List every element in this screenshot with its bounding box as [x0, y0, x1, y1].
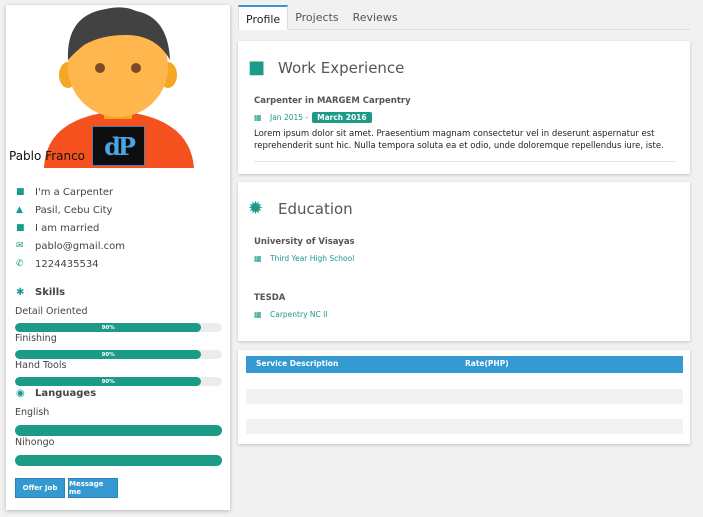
briefcase-icon: ■ — [16, 187, 25, 197]
languages-heading: ◉ Languages — [16, 388, 97, 399]
services-table-header: Service Description Rate(PHP) — [246, 356, 683, 373]
job-dates: ▦ Jan 2015 - March 2016 — [254, 112, 372, 123]
message-me-button[interactable]: Message me — [68, 478, 118, 498]
language-label: Nihongo — [15, 437, 55, 448]
skill-label: Detail Oriented — [15, 306, 88, 317]
tab-projects[interactable]: Projects — [288, 5, 345, 30]
calendar-icon: ▦ — [254, 113, 262, 122]
services-card: Service Description Rate(PHP) — [238, 350, 690, 444]
home-icon: ▲ — [16, 205, 23, 215]
globe-icon: ◉ — [16, 388, 25, 399]
briefcase-icon: ■ — [16, 223, 25, 233]
school-detail: ▦ Third Year High School — [254, 254, 355, 263]
school-name: University of Visayas — [254, 237, 355, 247]
profile-card: dP Pablo Franco ■ I'm a Carpenter ▲ Pasil,… — [6, 5, 230, 510]
job-title: Carpenter in MARGEM Carpentry — [254, 96, 411, 106]
info-phone: ✆ 1224435534 — [16, 258, 99, 270]
divider — [254, 161, 676, 162]
suitcase-icon: ■ — [248, 57, 266, 78]
skill-progress-fill: 90% — [15, 377, 202, 386]
column-header-rate: Rate(PHP) — [465, 359, 509, 368]
info-occupation: ■ I'm a Carpenter — [16, 186, 114, 198]
asterisk-icon: ✱ — [16, 287, 25, 298]
work-experience-card: ■ Work Experience Carpenter in MARGEM Car… — [238, 41, 690, 174]
education-title: ✹ Education — [248, 198, 353, 219]
info-list: ■ I'm a Carpenter ▲ Pasil, Cebu City ■ I am… — [16, 183, 125, 273]
tab-profile[interactable]: Profile — [238, 5, 289, 30]
table-row — [246, 419, 683, 434]
education-card: ✹ Education University of Visayas ▦ Third… — [238, 182, 690, 341]
info-status: ■ I am married — [16, 222, 100, 234]
avatar: dP Pablo Franco — [6, 5, 230, 168]
profile-tabs: Profile Projects Reviews — [238, 5, 690, 30]
calendar-icon: ▦ — [254, 254, 262, 263]
envelope-icon: ✉ — [16, 241, 24, 251]
skill-progress-fill: 90% — [15, 323, 202, 332]
end-date-badge: March 2016 — [312, 112, 372, 123]
school-detail: ▦ Carpentry NC II — [254, 310, 328, 319]
skill-progress-bar: 90% — [15, 323, 222, 332]
language-label: English — [15, 407, 50, 418]
language-level-bar — [15, 425, 222, 436]
brand-logo: dP — [92, 126, 145, 166]
skill-progress-fill: 90% — [15, 350, 202, 359]
skill-progress-bar: 90% — [15, 377, 222, 386]
skill-progress-bar: 90% — [15, 350, 222, 359]
profile-name: Pablo Franco — [9, 149, 86, 163]
certificate-icon: ✹ — [248, 198, 264, 219]
language-level-bar — [15, 455, 222, 466]
skill-label: Finishing — [15, 333, 57, 344]
skill-label: Hand Tools — [15, 360, 67, 371]
school-name: TESDA — [254, 293, 286, 303]
tab-reviews[interactable]: Reviews — [346, 5, 405, 30]
info-email: ✉ pablo@gmail.com — [16, 240, 126, 252]
job-description: Lorem ipsum dolor sit amet. Praesentium … — [254, 129, 664, 151]
column-header-service: Service Description — [256, 359, 339, 368]
offer-job-button[interactable]: Offer Job — [15, 478, 65, 498]
skills-heading: ✱ Skills — [16, 287, 66, 298]
work-experience-title: ■ Work Experience — [248, 57, 405, 78]
calendar-icon: ▦ — [254, 310, 262, 319]
table-row — [246, 389, 683, 404]
info-address: ▲ Pasil, Cebu City — [16, 204, 113, 216]
phone-icon: ✆ — [16, 259, 24, 269]
